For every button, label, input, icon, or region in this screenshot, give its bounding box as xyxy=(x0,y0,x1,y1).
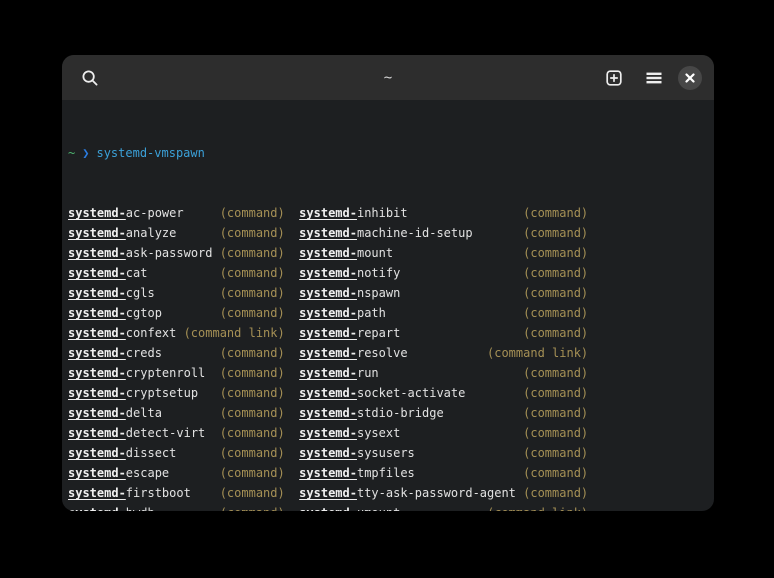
completion-item-kind: (command) xyxy=(220,383,285,403)
completion-item-kind: (command) xyxy=(220,343,285,363)
completion-item: systemd-ac-power(command) xyxy=(68,203,285,223)
new-tab-button[interactable] xyxy=(598,62,630,94)
completion-item-kind: (command) xyxy=(220,243,285,263)
completion-item-kind: (command) xyxy=(220,403,285,423)
completion-item: systemd-cryptenroll(command) xyxy=(68,363,285,383)
completion-item-kind: (command) xyxy=(220,423,285,443)
completion-item-kind: (command) xyxy=(220,203,285,223)
titlebar[interactable]: ~ xyxy=(62,55,714,100)
completion-item: systemd-firstboot(command) xyxy=(68,483,285,503)
completion-item: systemd-inhibit(command) xyxy=(299,203,588,223)
completion-item-kind: (command) xyxy=(220,443,285,463)
completion-item-kind: (command) xyxy=(220,463,285,483)
completion-item-kind: (command) xyxy=(523,363,588,383)
completion-item: systemd-repart(command) xyxy=(299,323,588,343)
completion-item-kind: (command) xyxy=(523,443,588,463)
prompt-symbol: ❯ xyxy=(82,143,89,163)
terminal-window: ~ xyxy=(62,55,714,511)
menu-button[interactable] xyxy=(638,62,670,94)
completion-item: systemd-escape(command) xyxy=(68,463,285,483)
completion-item: systemd-cat(command) xyxy=(68,263,285,283)
completion-item-kind: (command) xyxy=(523,463,588,483)
completion-item: systemd-detect-virt(command) xyxy=(68,423,285,443)
completion-item-kind: (command link) xyxy=(487,503,588,511)
completion-item: systemd-hwdb(command) xyxy=(68,503,285,511)
completion-item-kind: (command) xyxy=(523,323,588,343)
completion-item: systemd-ask-password(command) xyxy=(68,243,285,263)
completion-item-kind: (command) xyxy=(523,263,588,283)
completion-item-kind: (command) xyxy=(220,483,285,503)
completion-item: systemd-notify(command) xyxy=(299,263,588,283)
completion-item: systemd-sysext(command) xyxy=(299,423,588,443)
prompt-cwd: ~ xyxy=(68,143,75,163)
menu-icon xyxy=(645,69,663,87)
completion-item-kind: (command) xyxy=(220,503,285,511)
completion-item: systemd-cryptsetup(command) xyxy=(68,383,285,403)
completion-item-kind: (command) xyxy=(220,223,285,243)
completion-item-kind: (command) xyxy=(523,383,588,403)
search-icon xyxy=(81,69,99,87)
completion-item-kind: (command link) xyxy=(487,343,588,363)
titlebar-actions xyxy=(598,62,702,94)
close-button[interactable] xyxy=(678,66,702,90)
window-title: ~ xyxy=(384,70,392,86)
completion-item: systemd-nspawn(command) xyxy=(299,283,588,303)
completion-item-kind: (command) xyxy=(523,403,588,423)
completion-item: systemd-socket-activate(command) xyxy=(299,383,588,403)
command-input: systemd-vmspawn xyxy=(96,143,204,163)
completion-item-kind: (command) xyxy=(523,423,588,443)
completion-item: systemd-mount(command) xyxy=(299,243,588,263)
search-button[interactable] xyxy=(74,62,106,94)
completion-item-kind: (command) xyxy=(220,283,285,303)
completion-item-kind: (command) xyxy=(523,303,588,323)
completion-item-kind: (command) xyxy=(220,363,285,383)
completion-list: systemd-ac-power(command)systemd-analyze… xyxy=(68,203,714,511)
completion-item: systemd-tty-ask-password-agent(command) xyxy=(299,483,588,503)
completion-item: systemd-path(command) xyxy=(299,303,588,323)
completion-item: systemd-sysusers(command) xyxy=(299,443,588,463)
completion-item: systemd-cgtop(command) xyxy=(68,303,285,323)
completion-item: systemd-cgls(command) xyxy=(68,283,285,303)
completion-item: systemd-stdio-bridge(command) xyxy=(299,403,588,423)
completion-item-kind: (command) xyxy=(220,303,285,323)
completion-item-kind: (command link) xyxy=(184,323,285,343)
completion-item-kind: (command) xyxy=(523,243,588,263)
completion-item-kind: (command) xyxy=(523,283,588,303)
completion-item-kind: (command) xyxy=(220,263,285,283)
completion-item-kind: (command) xyxy=(523,203,588,223)
prompt-line: ~ ❯ systemd-vmspawn xyxy=(68,143,714,163)
completion-item: systemd-creds(command) xyxy=(68,343,285,363)
completion-item: systemd-analyze(command) xyxy=(68,223,285,243)
completion-item: systemd-umount(command link) xyxy=(299,503,588,511)
completion-item-kind: (command) xyxy=(523,223,588,243)
new-tab-icon xyxy=(605,69,623,87)
completion-item: systemd-dissect(command) xyxy=(68,443,285,463)
completion-item: systemd-machine-id-setup(command) xyxy=(299,223,588,243)
completion-item: systemd-resolve(command link) xyxy=(299,343,588,363)
completion-item: systemd-tmpfiles(command) xyxy=(299,463,588,483)
completion-item-kind: (command) xyxy=(523,483,588,503)
terminal-screen[interactable]: ~ ❯ systemd-vmspawn systemd-ac-power(com… xyxy=(62,100,714,511)
completion-item: systemd-run(command) xyxy=(299,363,588,383)
completion-item: systemd-confext(command link) xyxy=(68,323,285,343)
close-icon xyxy=(685,73,695,83)
completion-item: systemd-delta(command) xyxy=(68,403,285,423)
